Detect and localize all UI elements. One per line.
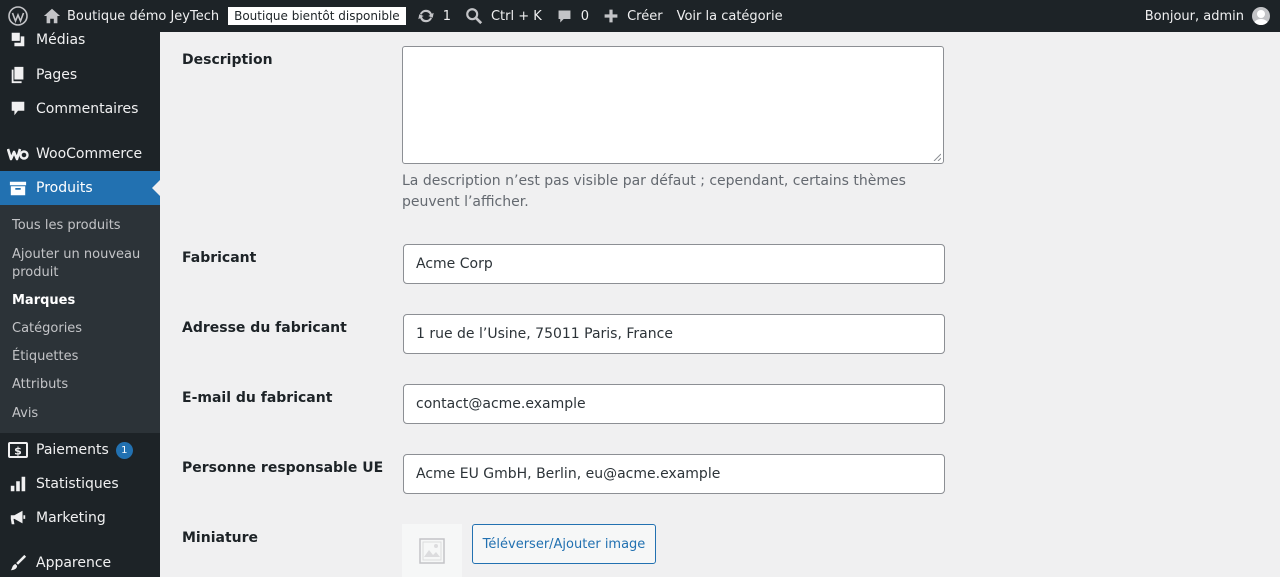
search-icon [466, 8, 483, 25]
submenu-brands[interactable]: Marques [12, 292, 152, 310]
megaphone-icon [10, 510, 26, 525]
greeting: Bonjour, admin [1144, 8, 1244, 24]
submenu-all-products[interactable]: Tous les produits [12, 217, 152, 235]
sidebar-item-label: Apparence [36, 555, 112, 571]
sidebar-item-label: Médias [36, 32, 86, 48]
view-category-label: Voir la catégorie [676, 8, 783, 24]
site-name: Boutique démo JeyTech [67, 8, 220, 24]
thumbnail-label: Miniature [182, 530, 259, 546]
paintbrush-icon [10, 554, 27, 571]
updates-count: 1 [442, 8, 451, 24]
submenu-add-new-product[interactable]: Ajouter un nouveau produit [12, 246, 152, 282]
admin-sidebar: Médias Pages Commentaires WooCommerce Pr… [0, 32, 160, 577]
media-icon [11, 32, 25, 47]
sidebar-item-label: Produits [36, 180, 93, 196]
submenu-reviews[interactable]: Avis [12, 405, 152, 423]
payments-count-badge: 1 [115, 441, 133, 459]
sidebar-item-label: WooCommerce [36, 146, 143, 162]
store-status-badge[interactable]: Boutique bientôt disponible [228, 7, 406, 25]
updates-icon [418, 9, 434, 23]
submenu-categories[interactable]: Catégories [12, 320, 152, 338]
upload-image-button[interactable]: Téléverser/Ajouter image [472, 524, 656, 564]
sidebar-item-appearance[interactable]: Apparence [0, 546, 160, 577]
sidebar-item-media[interactable]: Médias [0, 23, 160, 57]
account-menu[interactable]: Bonjour, admin [1145, 0, 1280, 32]
manufacturer-field[interactable]: Acme Corp [403, 244, 945, 284]
manufacturer-email-field[interactable]: contact@acme.example [403, 384, 945, 424]
manufacturer-label: Fabricant [182, 250, 257, 266]
svg-text:$: $ [14, 445, 22, 458]
search-shortcut-label: Ctrl + K [490, 8, 542, 24]
create-menu[interactable]: Créer [596, 0, 669, 32]
sidebar-item-comments[interactable]: Commentaires [0, 92, 160, 126]
image-placeholder-icon [419, 537, 445, 564]
sidebar-item-label: Commentaires [36, 101, 139, 117]
updates-link[interactable]: 1 [410, 0, 458, 32]
sidebar-item-label: Statistiques [36, 476, 119, 492]
comments-count: 0 [580, 8, 590, 24]
woocommerce-icon [7, 148, 29, 161]
thumbnail-preview [402, 524, 462, 577]
manufacturer-address-label: Adresse du fabricant [182, 320, 347, 336]
submenu-tags[interactable]: Étiquettes [12, 348, 152, 366]
eu-responsible-label: Personne responsable UE [182, 460, 384, 476]
resize-grip-icon[interactable] [933, 153, 941, 161]
eu-responsible-field[interactable]: Acme EU GmbH, Berlin, eu@acme.example [403, 454, 945, 494]
sidebar-item-label: Paiements [36, 442, 109, 458]
search-shortcut[interactable]: Ctrl + K [458, 0, 549, 32]
sidebar-item-pages[interactable]: Pages [0, 58, 160, 92]
create-label: Créer [627, 8, 663, 24]
comment-icon [558, 10, 571, 22]
description-textarea[interactable] [402, 46, 944, 164]
sidebar-item-woocommerce[interactable]: WooCommerce [0, 137, 160, 171]
manufacturer-email-label: E-mail du fabricant [182, 390, 333, 406]
manufacturer-address-field[interactable]: 1 rue de l’Usine, 75011 Paris, France [403, 314, 945, 354]
comments-icon [11, 101, 25, 116]
plus-icon [604, 9, 618, 23]
sidebar-item-analytics[interactable]: Statistiques [0, 467, 160, 501]
products-submenu: Tous les produits Ajouter un nouveau pro… [0, 205, 160, 433]
sidebar-item-label: Pages [36, 67, 78, 83]
view-category-link[interactable]: Voir la catégorie [670, 0, 790, 32]
submenu-attributes[interactable]: Attributs [12, 376, 152, 394]
sidebar-item-products[interactable]: Produits [0, 171, 160, 205]
sidebar-item-marketing[interactable]: Marketing [0, 501, 160, 535]
sidebar-item-payments[interactable]: $ Paiements 1 [0, 433, 160, 467]
pages-icon [11, 66, 24, 84]
brand-edit-form: Description La description n’est pas vis… [160, 32, 1280, 577]
comments-link[interactable]: 0 [549, 0, 596, 32]
sidebar-item-label: Marketing [36, 510, 106, 526]
bar-chart-icon [10, 476, 26, 492]
admin-bar: Boutique démo JeyTech Boutique bientôt d… [0, 0, 1280, 32]
avatar [1252, 7, 1270, 25]
description-help-text: La description n’est pas visible par déf… [402, 173, 906, 210]
payments-icon: $ [8, 442, 28, 458]
description-label: Description [182, 52, 273, 68]
archive-box-icon [9, 181, 27, 196]
